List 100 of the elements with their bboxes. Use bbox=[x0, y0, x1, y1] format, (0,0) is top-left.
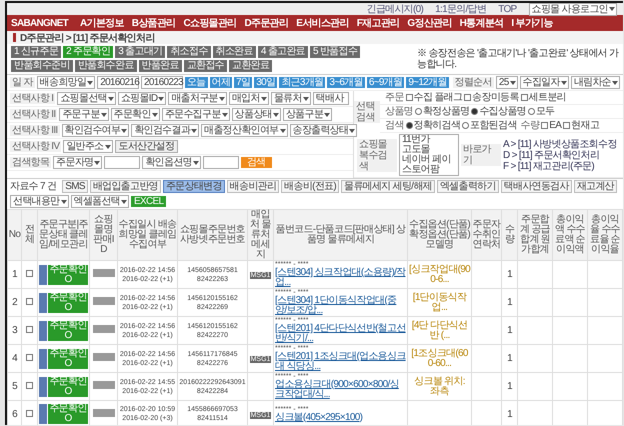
top-link[interactable]: 긴급메시지(0) bbox=[366, 4, 424, 14]
workflow-step[interactable]: 반품회수준비 bbox=[11, 60, 73, 72]
row-checkbox[interactable] bbox=[26, 326, 33, 333]
row-checkbox[interactable] bbox=[26, 298, 33, 305]
option-text: [싱크작업대(900-6... bbox=[409, 264, 470, 284]
filter-checkbox[interactable]: EA bbox=[541, 120, 562, 131]
product-name-link[interactable]: 싱크볼(405×295×100) bbox=[275, 412, 406, 422]
filter-select[interactable]: 쇼핑몰선택 bbox=[57, 92, 116, 105]
filter-radio[interactable]: 모두 bbox=[528, 106, 555, 117]
filter-radio[interactable]: 수집상품명 bbox=[471, 106, 526, 117]
option-text: 싱크볼 위치: 좌측 bbox=[413, 376, 466, 396]
filter-select[interactable]: 매출처구분 bbox=[168, 92, 227, 105]
nav-menu-item[interactable]: A기본정보 bbox=[80, 16, 124, 30]
nav-menu-item[interactable]: G정산관리 bbox=[407, 16, 452, 30]
filter-select[interactable]: 쇼핑몰ID bbox=[118, 92, 166, 105]
filter-checkbox[interactable]: 수집 플래그 bbox=[406, 92, 462, 103]
workflow-step[interactable]: 5 반품접수 bbox=[310, 46, 360, 58]
top-link[interactable]: TOP bbox=[498, 4, 517, 14]
caret-icon bbox=[272, 112, 279, 116]
nav-menu-item[interactable]: C쇼핑몰관리 bbox=[184, 16, 237, 30]
filter-select[interactable]: 상품구분 bbox=[282, 108, 332, 121]
workflow-step[interactable]: 2 주문확인 bbox=[63, 46, 114, 58]
field-label: 주문 bbox=[385, 92, 404, 103]
caret-icon bbox=[218, 96, 225, 100]
workflow-step[interactable]: 반품회수완료 bbox=[74, 60, 137, 72]
user-select[interactable]: 쇼핑몰 사용로그인 bbox=[528, 3, 617, 16]
page-size-select[interactable]: 25 bbox=[496, 76, 518, 89]
export-scope-select[interactable]: 선택내용만 bbox=[10, 195, 69, 208]
row-checkbox[interactable] bbox=[26, 354, 33, 361]
quantity: 1 bbox=[507, 381, 512, 392]
row-checkbox[interactable] bbox=[26, 410, 33, 416]
filter-select[interactable]: 확인옵션명 bbox=[142, 156, 201, 169]
product-name-link[interactable]: 업소용싱크대(900×600×800/싱크작업대/식... bbox=[275, 380, 406, 400]
nav-menu-item[interactable]: F재고관리 bbox=[356, 16, 400, 30]
filter-checkbox[interactable]: 세트분리 bbox=[520, 92, 566, 103]
order-status-badge: 주문확인 O bbox=[48, 264, 88, 284]
shortcut-link[interactable]: F > [11] 재고관리(주문) bbox=[503, 160, 617, 172]
toolbar-button[interactable]: 배송비(전표) bbox=[281, 180, 339, 193]
column-header: 주문자 수취인 연락처 bbox=[472, 210, 502, 260]
nav-menu-item[interactable]: B상품관리 bbox=[132, 16, 176, 30]
filter-radio[interactable]: 포함된검색 bbox=[462, 120, 517, 131]
search-field[interactable] bbox=[202, 156, 239, 169]
filter-checkbox[interactable]: 현재고 bbox=[563, 120, 600, 131]
settings-button[interactable]: 도서산간설정 bbox=[114, 140, 178, 153]
filter-select[interactable]: 매출정산확인여부 bbox=[201, 124, 288, 137]
caret-icon bbox=[222, 112, 228, 116]
caret-icon bbox=[60, 200, 67, 204]
toolbar-button[interactable]: 물류메세지 세팅/해제 bbox=[341, 180, 435, 193]
workflow-step[interactable]: 1 신규주문 bbox=[11, 46, 62, 58]
filter-radio[interactable]: 정확히검색 bbox=[406, 120, 460, 131]
workflow-step[interactable]: 4 출고완료 bbox=[258, 46, 308, 58]
row-checkbox[interactable] bbox=[26, 270, 33, 277]
product-name-link[interactable]: [스텐201] 4단다단식선반(철고선반/식기/... bbox=[275, 324, 406, 344]
excel-form-select[interactable]: 엑셀폼선택 bbox=[70, 195, 130, 208]
row-checkbox[interactable] bbox=[26, 382, 33, 389]
filter-select[interactable]: 주문자명 bbox=[53, 156, 102, 169]
nav-menu-item[interactable]: E서비스관리 bbox=[296, 16, 349, 30]
top-link[interactable]: 1:1문의/답변 bbox=[435, 4, 486, 14]
nav-menu-item[interactable]: D주문관리 bbox=[244, 16, 288, 30]
workflow-step[interactable]: 3 출고대기 bbox=[115, 46, 166, 58]
nav-menu-item[interactable]: I 부가기능 bbox=[511, 16, 553, 30]
workflow-step[interactable]: 교환접수 bbox=[184, 60, 228, 72]
filter-checkbox[interactable]: 송장미등록 bbox=[464, 92, 519, 103]
mall-list-box[interactable]: 11번가 고도몰 네이버 페이 스토어팜 bbox=[399, 134, 459, 176]
workflow-step[interactable]: 반품완료 bbox=[138, 60, 182, 72]
workflow-step[interactable]: 취소완료 bbox=[212, 46, 256, 58]
filter-select[interactable]: 확인검수결과 bbox=[131, 124, 200, 137]
filter-select[interactable]: 상품상태 bbox=[232, 108, 281, 121]
toolbar-button[interactable]: 재고계산 bbox=[574, 180, 617, 193]
toolbar-button[interactable]: 배송비관리 bbox=[226, 180, 280, 193]
filter-select[interactable]: 일반주소 bbox=[63, 140, 113, 153]
filter-select[interactable]: 물류처 bbox=[270, 92, 311, 105]
filter-radio[interactable]: 확정상품명 bbox=[414, 106, 470, 117]
toolbar-button[interactable]: 택배사연동검사 bbox=[500, 180, 572, 193]
nav-menu-item[interactable]: H통계분석 bbox=[460, 16, 504, 30]
sort-order-select[interactable]: 내림차순 bbox=[570, 76, 620, 89]
toolbar-button[interactable]: SMS bbox=[62, 180, 88, 193]
end-date-field[interactable]: 20160223 bbox=[141, 76, 183, 89]
filter-select[interactable]: 확인검수여부 bbox=[62, 124, 130, 137]
date-type-select[interactable]: 배송희망일 bbox=[36, 76, 96, 89]
filter-select[interactable]: 주문수집구분 bbox=[162, 108, 230, 121]
workflow-step[interactable]: 교환완료 bbox=[229, 60, 272, 72]
toolbar-button[interactable]: 배업입출고반영 bbox=[90, 180, 161, 193]
filter-select[interactable]: 매입처 bbox=[228, 92, 269, 105]
filter-select[interactable]: 주문구분 bbox=[59, 108, 109, 121]
workflow-step[interactable]: 취소접수 bbox=[167, 46, 211, 58]
toolbar-button[interactable]: 엑셀출력하기 bbox=[436, 180, 499, 193]
filter-select[interactable]: 송장출력상태 bbox=[290, 124, 358, 137]
toolbar-button[interactable]: 주문상태변경 bbox=[162, 180, 225, 193]
product-name-link[interactable]: [스텐304] 싱크작업대(소용량)/작업... bbox=[275, 268, 406, 288]
filter-select[interactable]: 주문확인 bbox=[110, 108, 160, 121]
shortcut-link[interactable]: D > [11] 주문서확인처리 bbox=[503, 150, 617, 160]
shortcut-link[interactable]: A > [11] 사방넷상품조회수정 bbox=[503, 138, 617, 150]
sort-field-select[interactable]: 수집일자 bbox=[520, 76, 569, 89]
search-field[interactable] bbox=[104, 156, 140, 169]
filter-field[interactable]: 택배사 bbox=[312, 92, 349, 105]
product-name-link[interactable]: [스텐201] 1조싱크대(업소용싱크대 식당싱... bbox=[275, 352, 406, 372]
quantity: 1 bbox=[507, 325, 512, 336]
product-name-link[interactable]: [스텐304] 1단이동식작업대(중앙/보조/압... bbox=[275, 296, 406, 316]
start-date-field[interactable]: 20160216 bbox=[97, 76, 140, 89]
